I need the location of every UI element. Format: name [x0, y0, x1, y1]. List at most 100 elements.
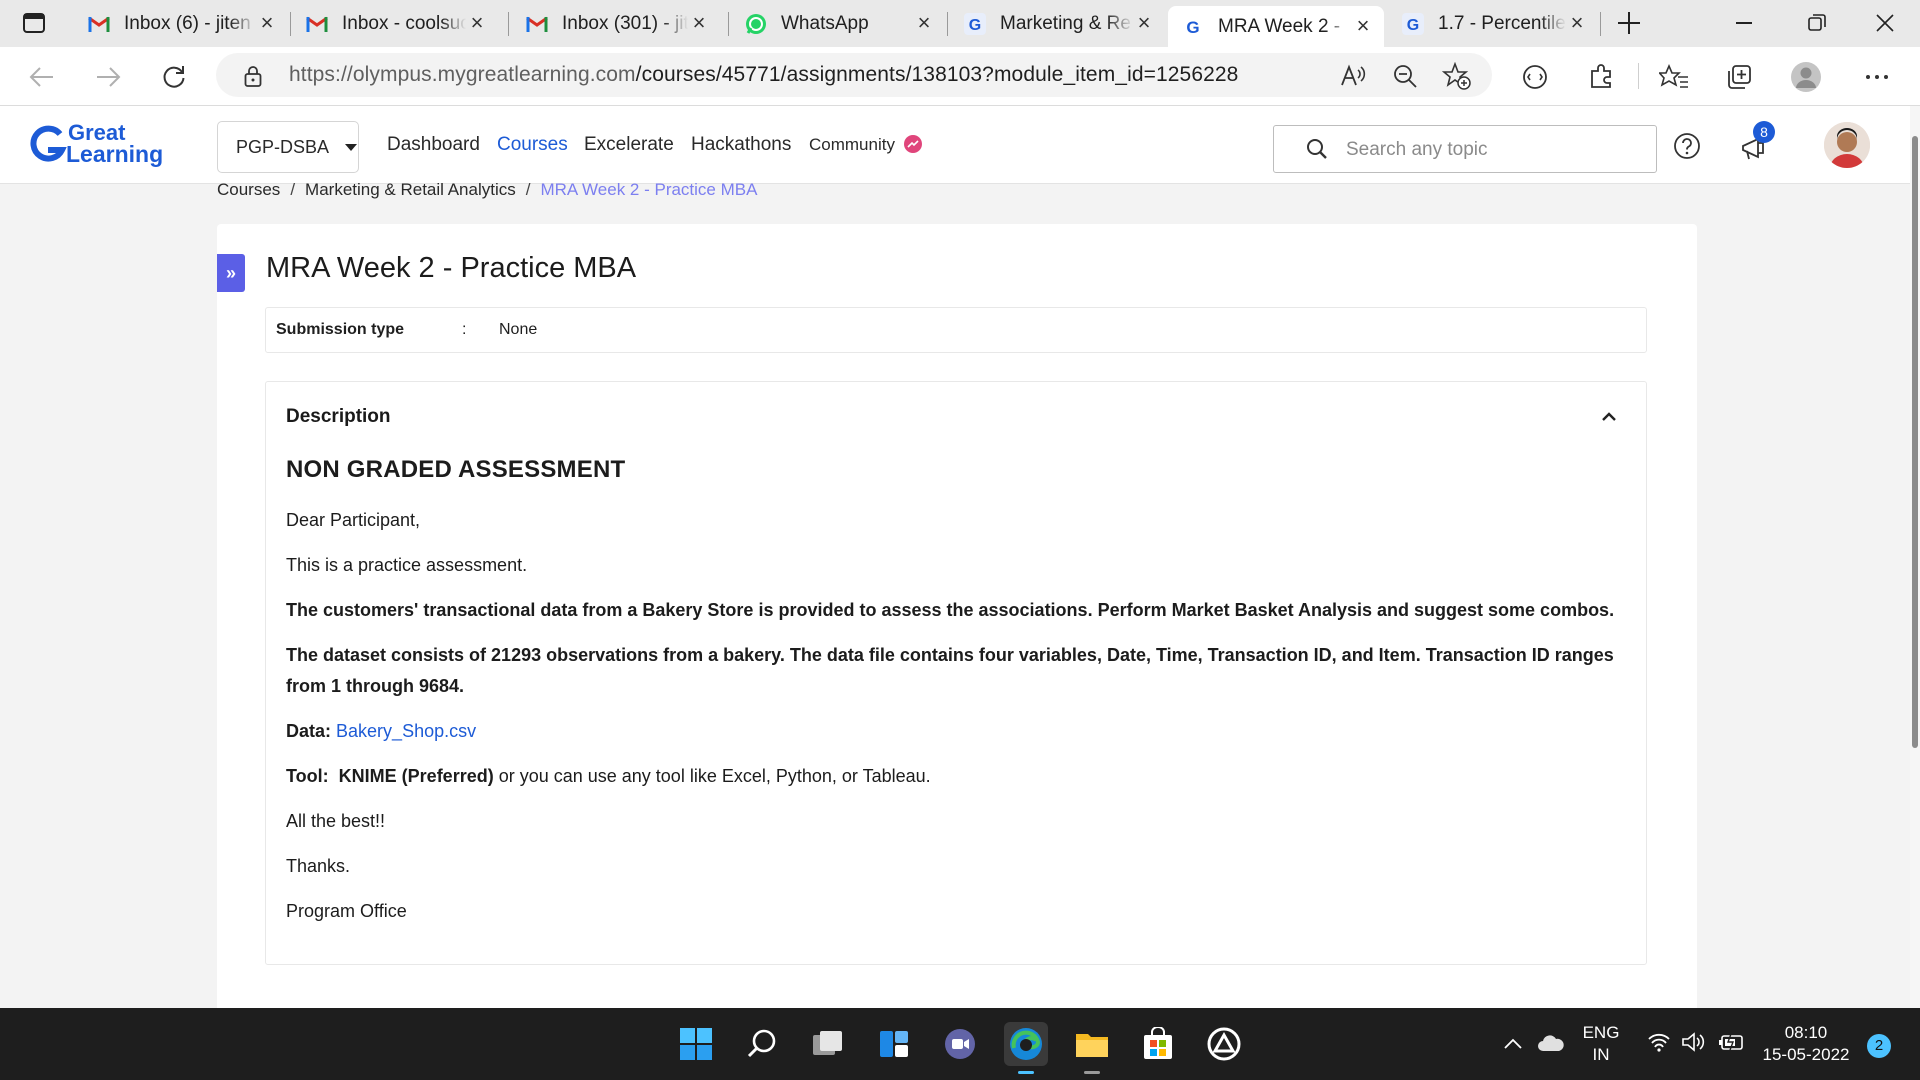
closing-text: All the best!!	[286, 811, 386, 831]
close-tab-icon[interactable]: ×	[688, 12, 710, 35]
collections-icon[interactable]	[1723, 61, 1755, 93]
breadcrumb-current: MRA Week 2 - Practice MBA	[540, 180, 758, 199]
dataset-download-link[interactable]: Bakery_Shop.csv	[336, 721, 476, 741]
breadcrumb-courses[interactable]: Courses	[217, 180, 280, 199]
breadcrumb: Courses / Marketing & Retail Analytics / MRA…	[217, 180, 757, 200]
url-text[interactable]: https://olympus.mygreatlearning.com/cour…	[289, 63, 1238, 87]
restore-window-icon[interactable]	[1808, 14, 1826, 32]
more-options-icon[interactable]	[1861, 61, 1893, 93]
extension-icon[interactable]	[1519, 61, 1551, 93]
read-aloud-icon[interactable]	[1340, 64, 1366, 88]
new-tab-icon[interactable]	[1616, 10, 1642, 36]
favorites-icon[interactable]	[1658, 61, 1690, 93]
notification-center-badge[interactable]: 2	[1867, 1034, 1891, 1058]
assignment-card: » MRA Week 2 - Practice MBA Submission t…	[217, 224, 1697, 1014]
notification-badge: 8	[1753, 121, 1775, 143]
page-scrollbar[interactable]	[1910, 106, 1920, 1008]
data-line: Data: Bakery_Shop.csv	[286, 716, 1631, 747]
lock-icon[interactable]	[244, 65, 262, 92]
nav-hackathons[interactable]: Hackathons	[691, 134, 791, 156]
greatlearning-favicon: G	[1402, 13, 1424, 35]
tab-title: Inbox - coolsuc	[342, 13, 466, 34]
input-language[interactable]: ENG IN	[1578, 1022, 1624, 1066]
dataset-paragraph: The dataset consists of 21293 observatio…	[286, 645, 1614, 696]
close-tab-icon[interactable]: ×	[256, 12, 278, 35]
help-icon[interactable]	[1673, 132, 1701, 160]
language-code: ENG	[1582, 1023, 1620, 1042]
file-explorer-icon[interactable]	[1070, 1022, 1114, 1074]
clock[interactable]: 08:10 15-05-2022	[1756, 1022, 1856, 1066]
site-header: Great Learning PGP-DSBA Dashboard Course…	[0, 106, 1920, 184]
minimize-window-icon[interactable]	[1736, 22, 1752, 24]
browser-tab[interactable]: Inbox - coolsuc ×	[292, 6, 498, 42]
svg-text:G: G	[1186, 18, 1199, 37]
browser-tab[interactable]: G 1.7 - Percentile ×	[1388, 6, 1598, 42]
task-view-icon[interactable]	[806, 1022, 850, 1066]
trending-icon	[903, 134, 922, 153]
greeting-text: Dear Participant,	[286, 510, 421, 530]
submission-type-colon: :	[462, 321, 467, 338]
address-bar[interactable]: https://olympus.mygreatlearning.com/cour…	[216, 53, 1492, 97]
submission-type-row: Submission type : None	[265, 307, 1647, 353]
double-chevron-right-icon: »	[225, 262, 236, 283]
tab-title: Marketing & Re	[1000, 13, 1131, 34]
svg-text:G: G	[1407, 17, 1419, 34]
chevron-down-icon	[345, 143, 358, 151]
browser-tab-active[interactable]: G MRA Week 2 - ×	[1168, 6, 1384, 47]
scrollbar-thumb[interactable]	[1912, 136, 1918, 748]
close-tab-icon[interactable]: ×	[466, 12, 488, 35]
browser-tab[interactable]: Inbox (6) - jiten ×	[74, 6, 288, 42]
zoom-out-icon[interactable]	[1392, 63, 1418, 89]
tool-alternatives: or you can use any tool like Excel, Pyth…	[493, 766, 931, 786]
breadcrumb-course[interactable]: Marketing & Retail Analytics	[305, 180, 516, 199]
microsoft-store-icon[interactable]	[1136, 1022, 1180, 1066]
profile-avatar-icon[interactable]	[1790, 61, 1822, 93]
page-title: MRA Week 2 - Practice MBA	[266, 252, 637, 284]
edge-browser-icon[interactable]	[1004, 1022, 1048, 1074]
browser-tab[interactable]: G Marketing & Re ×	[950, 6, 1165, 42]
chevron-up-icon[interactable]	[1598, 406, 1620, 428]
nav-courses[interactable]: Courses	[497, 134, 568, 156]
great-learning-logo[interactable]: Great Learning	[28, 120, 178, 170]
show-hidden-icons-icon[interactable]	[1503, 1036, 1523, 1055]
tool-preferred: KNIME (Preferred)	[338, 766, 494, 786]
extensions-icon[interactable]	[1585, 61, 1617, 93]
signature-text: Program Office	[286, 901, 407, 921]
browser-toolbar: https://olympus.mygreatlearning.com/cour…	[0, 47, 1920, 106]
browser-tab[interactable]: Inbox (301) - jit ×	[512, 6, 720, 42]
refresh-icon[interactable]	[158, 61, 190, 93]
tab-actions-icon[interactable]	[22, 12, 46, 34]
svg-text:G: G	[969, 17, 981, 34]
app-launcher-icon[interactable]	[1202, 1022, 1246, 1066]
search-input[interactable]	[1346, 136, 1636, 164]
nav-dashboard[interactable]: Dashboard	[387, 134, 480, 156]
volume-icon[interactable]	[1681, 1032, 1707, 1057]
user-avatar[interactable]	[1824, 122, 1870, 168]
intro-text: This is a practice assessment.	[286, 555, 528, 575]
nav-community[interactable]: Community	[809, 134, 922, 155]
nav-excelerate[interactable]: Excelerate	[584, 134, 674, 156]
teams-chat-icon[interactable]	[938, 1022, 982, 1066]
back-icon[interactable]	[26, 61, 58, 93]
tab-title: WhatsApp	[781, 13, 869, 34]
browser-tab[interactable]: WhatsApp ×	[731, 6, 945, 42]
forward-icon[interactable]	[92, 61, 124, 93]
battery-icon[interactable]	[1717, 1033, 1745, 1056]
close-window-icon[interactable]	[1876, 14, 1894, 32]
taskbar-search-icon[interactable]	[740, 1022, 784, 1066]
gmail-icon	[306, 13, 328, 35]
topic-search[interactable]	[1273, 125, 1657, 173]
close-tab-icon[interactable]: ×	[1352, 14, 1374, 38]
wifi-icon[interactable]	[1647, 1032, 1671, 1057]
close-tab-icon[interactable]: ×	[1566, 12, 1588, 35]
widgets-icon[interactable]	[872, 1022, 916, 1066]
tool-label: Tool:	[286, 766, 329, 786]
url-path: /courses/45771/assignments/138103?module…	[635, 63, 1239, 86]
close-tab-icon[interactable]: ×	[1133, 12, 1155, 35]
program-selector[interactable]: PGP-DSBA	[217, 121, 359, 173]
start-icon[interactable]	[674, 1022, 718, 1066]
close-tab-icon[interactable]: ×	[913, 12, 935, 35]
onedrive-icon[interactable]	[1537, 1034, 1565, 1057]
expand-sidebar-button[interactable]: »	[217, 254, 245, 292]
add-favorite-icon[interactable]	[1441, 61, 1472, 90]
